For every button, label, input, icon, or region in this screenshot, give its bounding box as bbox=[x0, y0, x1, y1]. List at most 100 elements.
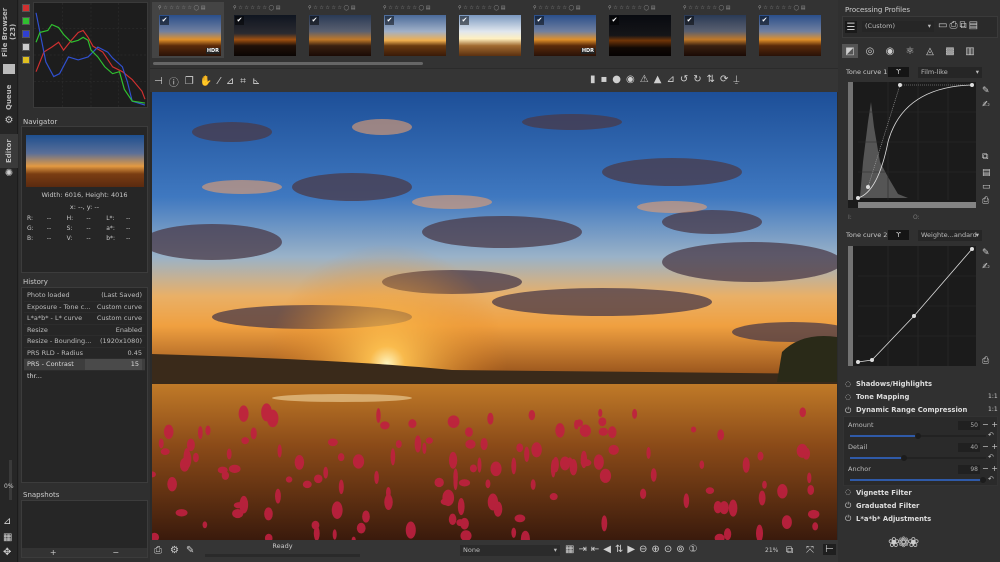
tab-file-browser[interactable]: File Browser (23) bbox=[0, 4, 18, 60]
reset-icon[interactable]: ↶ bbox=[988, 453, 994, 461]
power-icon[interactable]: ⏻ bbox=[845, 514, 851, 524]
copy-curve-icon[interactable]: ⧉ bbox=[982, 152, 988, 162]
thumbnail-image[interactable]: ✔ bbox=[384, 15, 446, 56]
section-vignette-filter[interactable]: Vignette Filter bbox=[856, 489, 912, 497]
sync-icon[interactable]: ⇅ bbox=[615, 544, 623, 555]
aperture-icon[interactable]: ✺ bbox=[3, 168, 15, 179]
expand-icon[interactable]: ◌ bbox=[845, 393, 851, 401]
filmstrip-thumbnail[interactable]: ⚲ ☆ ☆ ☆ ☆ ☆ ◯ ▤ ✔ HDR bbox=[152, 2, 224, 58]
advanced-tab-icon[interactable]: ⚛ bbox=[902, 44, 918, 58]
export-icon[interactable]: ⍊ bbox=[733, 74, 739, 85]
histogram-channel-toggle[interactable] bbox=[22, 4, 30, 12]
filmstrip-thumbnail[interactable]: ⚲ ☆ ☆ ☆ ☆ ☆ ◯ ▤ ✔ bbox=[227, 2, 299, 58]
zoom-fill-icon[interactable]: ⊚ bbox=[676, 544, 684, 555]
transform-tab-icon[interactable]: ◬ bbox=[922, 44, 938, 58]
filmstrip-scrollbar[interactable] bbox=[153, 62, 423, 65]
profile-dropdown[interactable]: (Custom) ▾ bbox=[862, 21, 934, 32]
thumbnail-image[interactable]: ✔ bbox=[609, 15, 671, 56]
move-icon[interactable]: ✥ bbox=[3, 547, 11, 558]
rating-stars[interactable]: ⚲ ☆ ☆ ☆ ☆ ☆ ◯ ▤ bbox=[608, 5, 671, 11]
metadata-tab-icon[interactable]: ▥ bbox=[962, 44, 978, 58]
detail-tab-icon[interactable]: ◎ bbox=[862, 44, 878, 58]
save-profile-icon[interactable]: ⎙ bbox=[949, 20, 957, 31]
tab-queue[interactable]: Queue bbox=[0, 82, 18, 112]
color-tab-icon[interactable]: ◉ bbox=[882, 44, 898, 58]
warning-icon[interactable]: ▲ bbox=[654, 74, 662, 85]
power-icon[interactable]: ⏻ bbox=[845, 406, 851, 416]
slider-track[interactable] bbox=[850, 479, 986, 481]
new-window-icon[interactable]: ⧉ bbox=[786, 545, 793, 556]
before-after-icon[interactable]: ❐ bbox=[185, 74, 194, 89]
add-snapshot-button[interactable]: + bbox=[50, 548, 57, 557]
exposure-tab-icon[interactable]: ◩ bbox=[842, 44, 858, 58]
reset-icon[interactable]: ↶ bbox=[988, 475, 994, 483]
image-preview[interactable] bbox=[152, 92, 837, 540]
thumbnail-image[interactable]: ✔ bbox=[309, 15, 371, 56]
hide-right-panel-icon[interactable]: ⊢ bbox=[823, 544, 836, 555]
thumbnail-image[interactable]: ✔ bbox=[684, 15, 746, 56]
thumbnail-image[interactable]: ✔ bbox=[759, 15, 821, 56]
zoom-in-icon[interactable]: ⊕ bbox=[651, 544, 659, 555]
history-item[interactable]: PRS RLD - Radius 0.45 bbox=[24, 348, 145, 359]
previous-image-icon[interactable]: ⇥ bbox=[578, 544, 586, 555]
edit-node-icon[interactable]: ✎ bbox=[982, 248, 990, 258]
fullscreen-icon[interactable]: ⤧ bbox=[806, 545, 814, 556]
clip-highlights-icon[interactable]: ⚠ bbox=[640, 74, 649, 85]
paste-curve-icon[interactable]: ▤ bbox=[982, 168, 991, 178]
slider-track[interactable] bbox=[850, 457, 986, 459]
navigator-preview[interactable] bbox=[26, 135, 144, 187]
hand-icon[interactable]: ✋ bbox=[200, 74, 212, 89]
tone-curve-1-editor[interactable] bbox=[848, 82, 976, 208]
curve-type-icon[interactable]: ϒ bbox=[888, 230, 909, 240]
pick-point-icon[interactable]: ✍ bbox=[982, 100, 990, 110]
pick-point-icon[interactable]: ✍ bbox=[982, 262, 990, 272]
slider-value[interactable]: 98 bbox=[958, 465, 980, 474]
preview-mode-icon[interactable]: ▮ bbox=[590, 74, 596, 85]
filmstrip-thumbnail[interactable]: ⚲ ☆ ☆ ☆ ☆ ☆ ◯ ▤ ✔ bbox=[752, 2, 824, 58]
remove-snapshot-button[interactable]: − bbox=[112, 548, 119, 557]
curve-add-icon[interactable]: ⊿ bbox=[3, 516, 11, 527]
stepper-minus-plus[interactable]: − + bbox=[982, 464, 998, 473]
stepper-minus-plus[interactable]: − + bbox=[982, 420, 998, 429]
history-item[interactable]: Exposure - Tone c... Custom curve bbox=[24, 302, 145, 313]
edit-node-icon[interactable]: ✎ bbox=[982, 86, 990, 96]
flip-horizontal-icon[interactable]: ⟳ bbox=[720, 74, 728, 85]
flip-vertical-icon[interactable]: ⇅ bbox=[707, 74, 715, 85]
history-item[interactable]: L*a*b* - L* curve Custom curve bbox=[24, 313, 145, 325]
filmstrip-thumbnail[interactable]: ⚲ ☆ ☆ ☆ ☆ ☆ ◯ ▤ ✔ bbox=[602, 2, 674, 58]
tone-curve-1-type[interactable]: Film-like ▾ bbox=[918, 67, 982, 78]
profile-list-icon[interactable]: ☰ bbox=[845, 21, 857, 33]
thumbnail-image[interactable]: ✔ HDR bbox=[534, 15, 596, 56]
navigate-next-icon[interactable]: ▶ bbox=[627, 544, 635, 555]
history-item[interactable]: PRS - Contrast thr... 15 bbox=[24, 359, 145, 380]
zoom-fit-icon[interactable]: ⊙ bbox=[664, 544, 672, 555]
filmstrip-thumbnail[interactable]: ⚲ ☆ ☆ ☆ ☆ ☆ ◯ ▤ ✔ HDR bbox=[527, 2, 599, 58]
history-item[interactable]: Resize - Bounding... (1920x1080) bbox=[24, 336, 145, 348]
gears-icon[interactable]: ⚙ bbox=[3, 115, 15, 126]
thumbnail-image[interactable]: ✔ bbox=[459, 15, 521, 56]
copy-profile-icon[interactable]: ▦ bbox=[565, 544, 574, 555]
rating-stars[interactable]: ⚲ ☆ ☆ ☆ ☆ ☆ ◯ ▤ bbox=[233, 5, 296, 11]
rating-stars[interactable]: ⚲ ☆ ☆ ☆ ☆ ☆ ◯ ▤ bbox=[458, 5, 521, 11]
stepper-minus-plus[interactable]: − + bbox=[982, 442, 998, 451]
copy-profile-icon[interactable]: ⧉ bbox=[959, 20, 966, 31]
before-after-icon[interactable]: ▦ bbox=[3, 532, 12, 543]
perspective-icon[interactable]: ⊿ bbox=[666, 74, 674, 85]
preview-background-icon[interactable]: ▪ bbox=[601, 74, 608, 85]
rating-stars[interactable]: ⚲ ☆ ☆ ☆ ☆ ☆ ◯ ▤ bbox=[158, 5, 221, 11]
expand-icon[interactable]: ◌ bbox=[845, 380, 851, 388]
section-graduated-filter[interactable]: Graduated Filter bbox=[856, 502, 919, 510]
white-balance-picker-icon[interactable]: ⁄ bbox=[218, 74, 220, 89]
histogram-channel-toggle[interactable] bbox=[22, 56, 30, 64]
histogram-channel-toggle[interactable] bbox=[22, 43, 30, 51]
filmstrip-thumbnail[interactable]: ⚲ ☆ ☆ ☆ ☆ ☆ ◯ ▤ ✔ bbox=[452, 2, 524, 58]
crop-icon[interactable]: ⌗ bbox=[240, 74, 246, 89]
expand-icon[interactable]: ◌ bbox=[845, 488, 851, 496]
slider-handle[interactable] bbox=[915, 433, 921, 439]
rating-stars[interactable]: ⚲ ☆ ☆ ☆ ☆ ☆ ◯ ▤ bbox=[383, 5, 446, 11]
hide-left-panel-icon[interactable]: ⊣ bbox=[154, 74, 163, 89]
raw-tab-icon[interactable]: ▩ bbox=[942, 44, 958, 58]
filmstrip-thumbnail[interactable]: ⚲ ☆ ☆ ☆ ☆ ☆ ◯ ▤ ✔ bbox=[302, 2, 374, 58]
slider-value[interactable]: 40 bbox=[958, 443, 980, 452]
slider-value[interactable]: 50 bbox=[958, 421, 980, 430]
